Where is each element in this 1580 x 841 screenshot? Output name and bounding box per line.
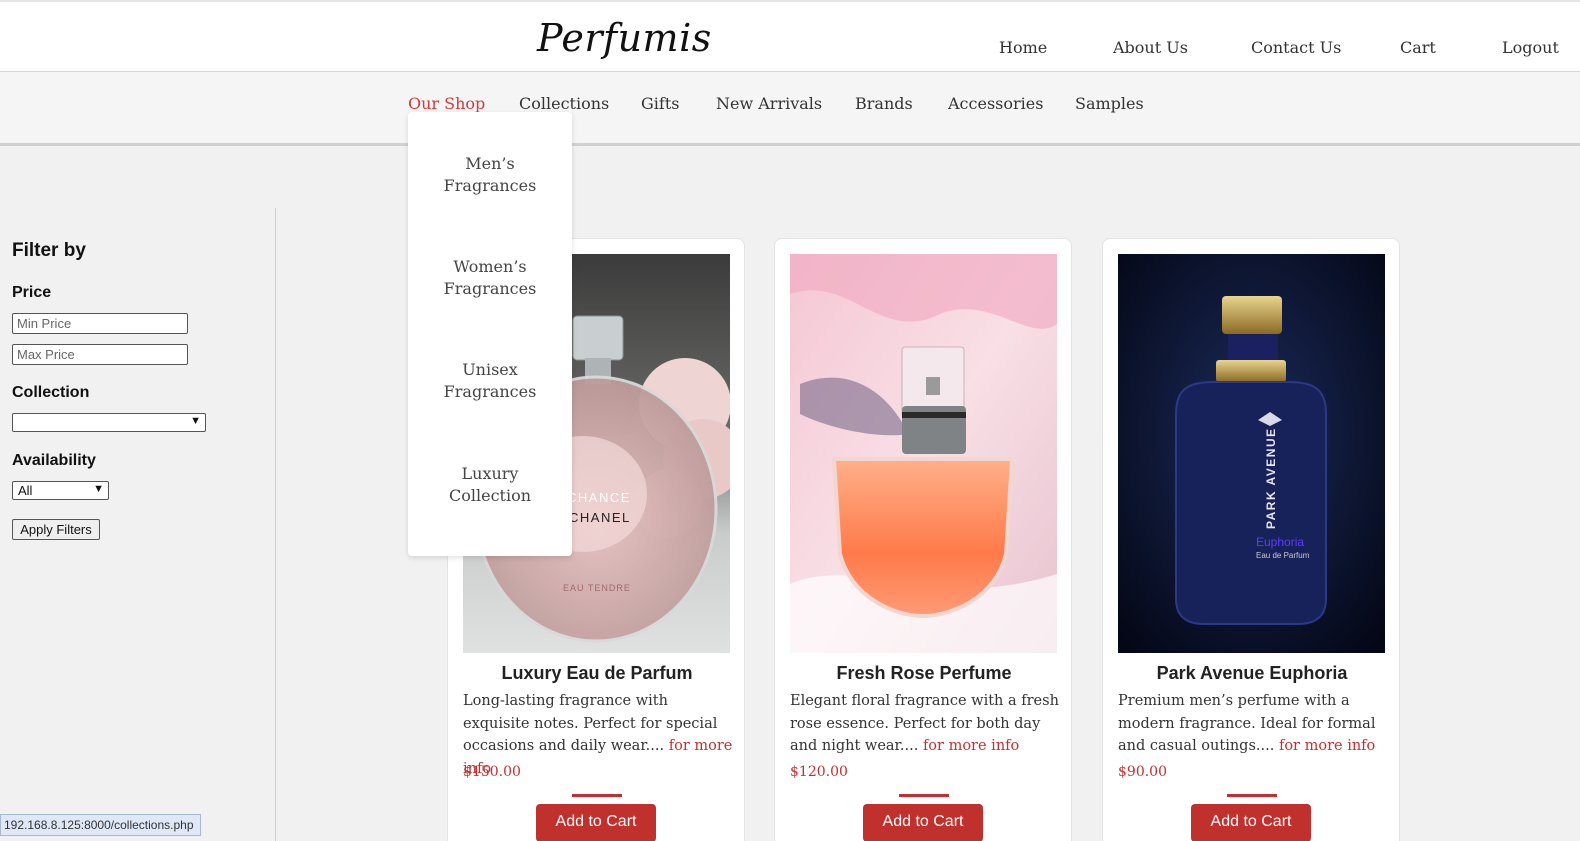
product-description: Premium men’s perfume with a modern frag… <box>1118 693 1376 754</box>
top-header: Perfumis Home About Us Contact Us Cart L… <box>0 0 1580 72</box>
category-samples[interactable]: Samples <box>1075 94 1144 113</box>
price-label: Price <box>12 284 52 301</box>
sidebar-divider <box>275 208 276 841</box>
category-bar: Our Shop Collections Gifts New Arrivals … <box>0 72 1580 146</box>
product-image[interactable]: PARK AVENUE Euphoria Eau de Parfum <box>1118 254 1385 653</box>
category-collections[interactable]: Collections <box>519 94 609 113</box>
dropdown-item-womens-fragrances[interactable]: Women’s Fragrances <box>408 256 572 300</box>
product-title: Park Avenue Euphoria <box>1156 663 1348 683</box>
category-brands[interactable]: Brands <box>855 94 913 113</box>
price-divider <box>1227 794 1277 797</box>
chevron-down-icon: ▼ <box>93 483 104 495</box>
bottle-label-type: Eau de Parfum <box>1256 551 1310 560</box>
category-accessories[interactable]: Accessories <box>948 94 1043 113</box>
product-price: $150.00 <box>463 764 521 780</box>
dropdown-item-mens-fragrances[interactable]: Men’s Fragrances <box>408 153 572 197</box>
product-card: PARK AVENUE Euphoria Eau de Parfum Park … <box>1102 238 1400 841</box>
add-to-cart-button[interactable]: Add to Cart <box>863 804 983 841</box>
apply-filters-button[interactable]: Apply Filters <box>12 519 100 540</box>
more-info-link[interactable]: for more info <box>923 738 1019 754</box>
bottle-label-brand: CHANCE <box>567 490 631 505</box>
category-gifts[interactable]: Gifts <box>641 94 679 113</box>
min-price-input[interactable] <box>12 313 188 334</box>
bottle-label-variant: EAU TENDRE <box>563 583 631 593</box>
price-divider <box>899 794 949 797</box>
dropdown-item-luxury-collection[interactable]: Luxury Collection <box>408 463 572 507</box>
collection-select[interactable]: ▼ <box>12 413 206 432</box>
bottle-label-brand: PARK AVENUE <box>1264 427 1278 529</box>
nav-home[interactable]: Home <box>999 38 1047 57</box>
product-title: Luxury Eau de Parfum <box>501 663 693 683</box>
bottle-label-maker: CHANEL <box>569 510 631 525</box>
add-to-cart-button[interactable]: Add to Cart <box>1191 804 1311 841</box>
nav-cart[interactable]: Cart <box>1400 38 1436 57</box>
product-card: Fresh Rose Perfume Elegant floral fragra… <box>774 238 1072 841</box>
availability-select-value: All <box>18 483 33 498</box>
nav-about-us[interactable]: About Us <box>1113 38 1188 57</box>
nav-logout[interactable]: Logout <box>1502 38 1559 57</box>
collection-label: Collection <box>12 384 90 401</box>
product-image[interactable] <box>790 254 1057 653</box>
site-logo[interactable]: Perfumis <box>537 16 712 60</box>
bottle-label-name: Euphoria <box>1256 535 1304 549</box>
product-title: Fresh Rose Perfume <box>836 663 1012 683</box>
chevron-down-icon: ▼ <box>190 415 201 427</box>
add-to-cart-button[interactable]: Add to Cart <box>536 804 656 841</box>
category-new-arrivals[interactable]: New Arrivals <box>716 94 822 113</box>
category-our-shop[interactable]: Our Shop <box>408 94 485 113</box>
product-price: $90.00 <box>1118 764 1167 780</box>
filter-title: Filter by <box>12 240 86 261</box>
product-price: $120.00 <box>790 764 848 780</box>
dropdown-item-unisex-fragrances[interactable]: Unisex Fragrances <box>408 359 572 403</box>
more-info-link[interactable]: for more info <box>1279 738 1375 754</box>
product-description: Elegant floral fragrance with a fresh ro… <box>790 693 1059 754</box>
max-price-input[interactable] <box>12 344 188 365</box>
nav-contact-us[interactable]: Contact Us <box>1251 38 1341 57</box>
browser-status-url: 192.168.8.125:8000/collections.php <box>0 814 201 836</box>
availability-select[interactable]: All ▼ <box>12 481 109 500</box>
availability-label: Availability <box>12 452 96 469</box>
shop-dropdown-menu: Men’s Fragrances Women’s Fragrances Unis… <box>408 112 572 556</box>
price-divider <box>572 794 622 797</box>
